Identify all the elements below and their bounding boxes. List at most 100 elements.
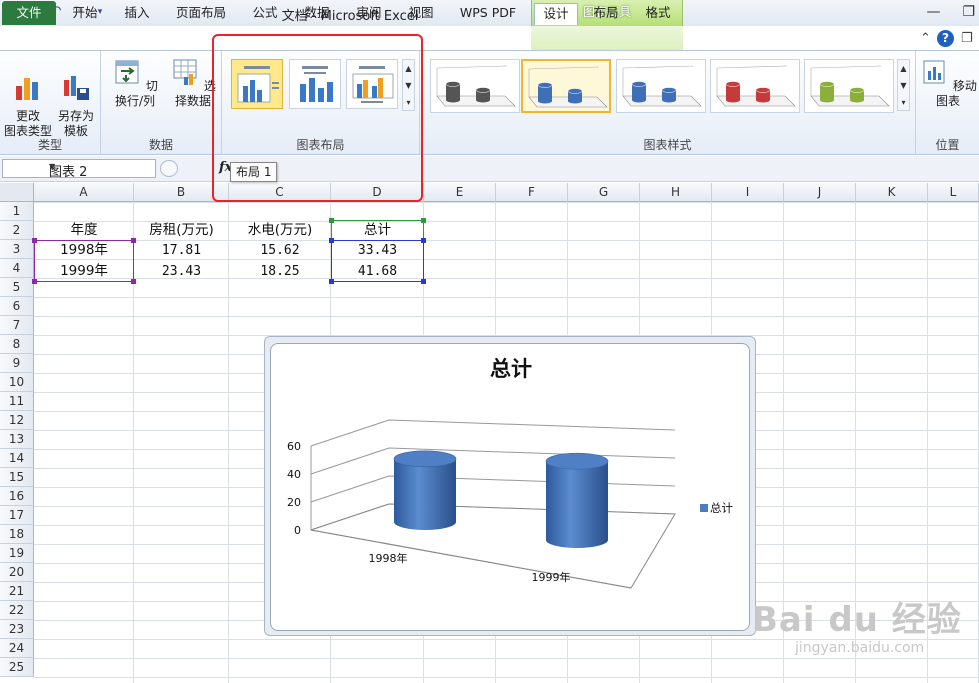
row-header-18[interactable]: 18 [0,525,34,544]
row-header-16[interactable]: 16 [0,487,34,506]
tab-review[interactable]: 审阅 [346,3,392,25]
tab-formulas[interactable]: 公式 [242,3,288,25]
column-header-e[interactable]: E [424,183,496,202]
switch-row-column-icon [115,60,139,84]
tab-file[interactable]: 文件 [2,1,56,25]
column-header-a[interactable]: A [34,183,134,202]
tab-view[interactable]: 视图 [398,3,444,25]
chart-title[interactable]: 总计 [490,357,532,381]
select-all-corner[interactable] [0,183,34,202]
row-header-6[interactable]: 6 [0,297,34,316]
name-box-dropdown-icon[interactable]: ▼ [49,162,152,171]
column-header-j[interactable]: J [784,183,856,202]
tab-data[interactable]: 数据 [294,3,340,25]
thumb-cylinder-top [819,81,835,87]
range-handle[interactable] [421,279,426,284]
row-header-8[interactable]: 8 [0,335,34,354]
row-header-21[interactable]: 21 [0,582,34,601]
thumb-cylinder-base [568,98,582,104]
cell-b4[interactable]: 23.43 [134,262,229,281]
chart-style-2[interactable] [521,59,611,113]
restore-icon[interactable]: ❐ [962,4,975,20]
cylinder-bar-1[interactable] [393,450,457,530]
row-header-17[interactable]: 17 [0,506,34,525]
save-template-icon [64,76,89,100]
cell-b3[interactable]: 17.81 [134,241,229,260]
row-header-1[interactable]: 1 [0,202,34,221]
help-icon[interactable]: ? [937,30,954,47]
row-header-10[interactable]: 10 [0,373,34,392]
row-header-24[interactable]: 24 [0,639,34,658]
switch-row-column-button[interactable]: 切换行/列 [107,57,163,109]
column-header-k[interactable]: K [856,183,928,202]
chart-style-5[interactable] [804,59,894,113]
row-header-9[interactable]: 9 [0,354,34,373]
chart-style-1[interactable] [430,59,520,113]
range-handle[interactable] [329,279,334,284]
row-header-14[interactable]: 14 [0,449,34,468]
tab-home[interactable]: 开始 [62,3,108,25]
tab-insert[interactable]: 插入 [114,3,160,25]
row-header-22[interactable]: 22 [0,601,34,620]
cell-c3[interactable]: 15.62 [229,241,331,260]
row-header-23[interactable]: 23 [0,620,34,639]
column-header-l[interactable]: L [928,183,979,202]
column-header-i[interactable]: I [712,183,784,202]
row-header-3[interactable]: 3 [0,240,34,259]
tab-design[interactable]: 设计 [534,3,578,25]
range-handle[interactable] [131,238,136,243]
row-header-5[interactable]: 5 [0,278,34,297]
style-3-icon [622,65,702,107]
row-header-25[interactable]: 25 [0,658,34,677]
thumb-cylinder-base [820,97,834,103]
column-header-f[interactable]: F [496,183,568,202]
thumb-cylinder-base [662,97,676,103]
cell-b2[interactable]: 房租(万元) [134,221,229,240]
formula-bar-splitter[interactable] [160,160,178,177]
cell-c2[interactable]: 水电(万元) [229,221,331,240]
change-chart-type-button[interactable]: 更改 图表类型 [4,57,52,139]
cell-c4[interactable]: 18.25 [229,262,331,281]
range-handle[interactable] [329,218,334,223]
save-as-template-button[interactable]: 另存为 模板 [52,57,100,139]
row-header-20[interactable]: 20 [0,563,34,582]
range-handle[interactable] [131,279,136,284]
chart-area[interactable]: 总计 0 20 40 60 1998年 1999年 总计 [270,343,750,631]
row-header-7[interactable]: 7 [0,316,34,335]
thumb-cylinder-top [445,81,461,87]
tab-wps-pdf[interactable]: WPS PDF [452,3,524,25]
move-chart-button[interactable]: 移动图表 [919,57,977,109]
range-handle[interactable] [32,238,37,243]
row-header-13[interactable]: 13 [0,430,34,449]
restore-window-icon[interactable]: ❐ [961,31,973,46]
legend-label[interactable]: 总计 [710,501,733,515]
series-name-range-highlight [331,220,424,241]
chart-gridline [310,475,676,503]
cylinder-bar-2[interactable] [545,452,609,548]
thumb-cylinder-base [850,97,864,103]
tab-page-layout[interactable]: 页面布局 [168,3,234,25]
range-handle[interactable] [329,238,334,243]
column-header-g[interactable]: G [568,183,640,202]
range-handle[interactable] [32,279,37,284]
row-header-2[interactable]: 2 [0,221,34,240]
range-handle[interactable] [421,218,426,223]
tab-layout[interactable]: 布局 [584,3,628,25]
row-header-15[interactable]: 15 [0,468,34,487]
name-box[interactable]: 图表 2 ▼ [2,159,156,180]
minimize-ribbon-icon[interactable]: ⌃ [920,31,931,46]
row-header-4[interactable]: 4 [0,259,34,278]
minimize-icon[interactable]: — [926,4,940,20]
row-header-12[interactable]: 12 [0,411,34,430]
row-header-11[interactable]: 11 [0,392,34,411]
style-1-icon [436,65,516,107]
group-location: 移动图表 位置 [916,51,979,155]
cell-a2[interactable]: 年度 [34,221,134,240]
chart-style-4[interactable] [710,59,800,113]
tab-format[interactable]: 格式 [636,3,680,25]
column-header-h[interactable]: H [640,183,712,202]
row-header-19[interactable]: 19 [0,544,34,563]
style-gallery-scroll[interactable]: ▲ ▼ ▾ [897,59,910,111]
chart-style-3[interactable] [616,59,706,113]
range-handle[interactable] [421,238,426,243]
